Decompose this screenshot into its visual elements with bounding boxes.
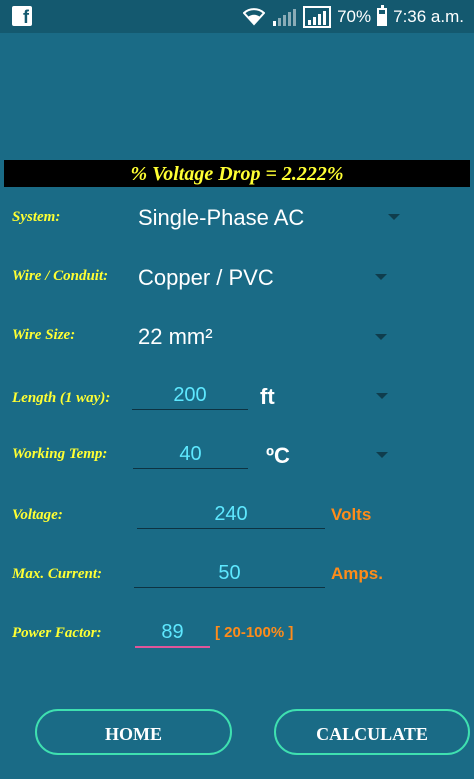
max-current-input[interactable]: 50 bbox=[134, 559, 325, 588]
working-temp-label: Working Temp: bbox=[12, 446, 108, 462]
length-input[interactable]: 200 bbox=[132, 381, 248, 410]
length-unit-dropdown-icon[interactable] bbox=[376, 393, 388, 399]
current-unit: Amps. bbox=[331, 564, 383, 583]
signal-strong-icon bbox=[303, 6, 332, 28]
length-unit-select[interactable]: ft bbox=[260, 384, 275, 410]
power-factor-input[interactable]: 89 bbox=[135, 618, 210, 648]
power-factor-range-hint: [ 20-100% ] bbox=[215, 624, 294, 641]
power-factor-label: Power Factor: bbox=[12, 625, 102, 641]
wifi-icon bbox=[243, 8, 266, 26]
wire-conduit-select[interactable]: Copper / PVC bbox=[138, 265, 274, 291]
calculate-button[interactable]: CALCULATE bbox=[274, 709, 470, 755]
voltage-label: Voltage: bbox=[12, 507, 63, 523]
voltage-input[interactable]: 240 bbox=[137, 500, 325, 529]
system-label: System: bbox=[12, 209, 61, 225]
wire-size-select[interactable]: 22 mm² bbox=[138, 324, 213, 350]
signal-icon bbox=[273, 9, 297, 26]
wire-conduit-label: Wire / Conduit: bbox=[12, 268, 109, 284]
status-bar: f 70% 7:36 a.m. bbox=[0, 0, 474, 33]
wire-conduit-dropdown-icon[interactable] bbox=[375, 274, 387, 280]
wire-size-dropdown-icon[interactable] bbox=[375, 334, 387, 340]
clock: 7:36 a.m. bbox=[393, 7, 464, 26]
length-label: Length (1 way): bbox=[12, 390, 111, 406]
system-select[interactable]: Single-Phase AC bbox=[138, 205, 304, 231]
battery-icon bbox=[377, 5, 388, 26]
facebook-icon: f bbox=[12, 6, 32, 27]
working-temp-input[interactable]: 40 bbox=[133, 440, 248, 469]
wire-size-label: Wire Size: bbox=[12, 327, 76, 343]
voltage-unit: Volts bbox=[331, 505, 372, 524]
temp-unit-dropdown-icon[interactable] bbox=[376, 452, 388, 458]
system-dropdown-icon[interactable] bbox=[388, 214, 400, 220]
status-icons: 70% 7:36 a.m. bbox=[243, 5, 464, 28]
home-button[interactable]: HOME bbox=[35, 709, 232, 755]
temp-unit-select[interactable]: ºC bbox=[266, 443, 290, 469]
voltage-drop-result: % Voltage Drop = 2.222% bbox=[4, 160, 470, 187]
max-current-label: Max. Current: bbox=[12, 566, 103, 582]
battery-percent: 70% bbox=[337, 7, 372, 26]
